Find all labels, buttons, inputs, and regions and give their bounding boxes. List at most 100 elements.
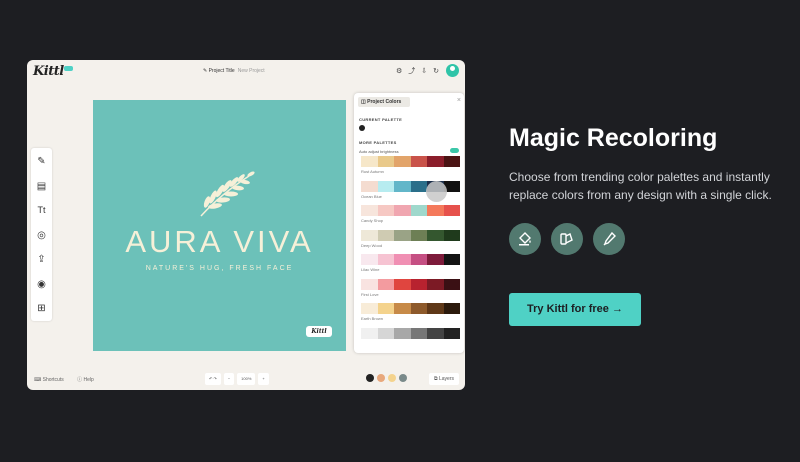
zoom-controls: ↶ ↷ − 100% + [205,373,269,385]
palette-name: Rust Autumn [361,169,384,174]
kittl-logo[interactable]: Kittl [33,64,64,79]
auto-adjust-label: Auto adjust brightness [359,149,399,154]
color-swatch [361,156,378,167]
current-color-swatch[interactable] [359,125,365,131]
palette-name: Lilac Wine [361,267,380,272]
color-swatch [394,254,411,265]
color-swatch [443,303,460,314]
user-avatar[interactable] [446,64,459,77]
color-swatch [361,327,378,339]
project-title-text: Project Title [208,68,235,74]
color-swatch [377,327,394,339]
color-swatch [377,303,394,314]
current-palette-label: CURRENT PALETTE [359,117,403,122]
share-icon[interactable]: ⤴ [408,68,415,75]
color-swatch [394,278,411,290]
pointer-cursor [426,181,447,202]
top-icons: ⚙ ⤴ ⇩ ↻ [396,68,439,75]
color-chip[interactable] [366,374,374,382]
layers-label: Layers [438,376,454,382]
left-toolbar: ✎ ▤ Tt ◎ ⇪ ◉ ⊞ [31,148,52,321]
project-title[interactable]: ✎ Project Title New Project [203,68,265,74]
palette-name: Deep Wood [361,242,383,248]
palette-name: First Love [361,291,379,297]
palette-swatches [361,327,460,339]
undo-redo-button[interactable]: ↶ ↷ [205,373,221,385]
palette-item[interactable] [361,327,460,354]
color-swatch [427,278,444,290]
color-swatch [410,278,427,290]
color-swatch [394,229,411,241]
color-swatch [427,327,444,339]
color-swatch [410,205,427,216]
color-swatch [443,254,460,265]
color-swatch [410,327,427,339]
color-chip[interactable] [399,374,407,382]
color-swatch [361,303,378,314]
more-palettes-label: MORE PALETTES [359,140,397,145]
shortcuts-label: Shortcuts [42,377,64,383]
eyedropper-icon [593,223,625,255]
kittl-watermark: Kittl [306,326,332,337]
panel-tab-project-colors[interactable]: ◫ Project Colors [358,97,410,107]
zoom-in-button[interactable]: + [258,373,269,385]
camera-icon[interactable]: ◉ [36,279,47,290]
color-swatch [427,303,444,314]
settings-icon[interactable]: ⚙ [396,68,402,75]
upload-icon[interactable]: ⇪ [36,254,47,265]
bottom-bar: ⌨ Shortcuts ⓘ Help ↶ ↷ − 100% + ⧉ Layers [27,369,465,390]
refresh-icon[interactable]: ↻ [433,68,439,75]
zoom-out-button[interactable]: − [223,373,235,385]
color-swatch [377,278,394,290]
palette-name: Earth Brown [361,316,384,321]
app-window: Kittl ✎ Project Title New Project ⚙ ⤴ ⇩ ↻… [27,60,465,390]
bottom-left-links: ⌨ Shortcuts ⓘ Help [34,376,106,383]
color-swatch [377,229,394,241]
design-canvas[interactable]: AURA VIVA NATURE'S HUG, FRESH FACE Kittl [93,100,346,351]
layout-icon[interactable]: ▤ [36,181,47,192]
text-icon[interactable]: Tt [36,205,47,216]
layers-button[interactable]: ⧉ Layers [429,373,459,385]
color-swatch [361,229,378,241]
help-link[interactable]: ⓘ Help [77,377,100,383]
color-chips [366,374,407,382]
brand-tagline[interactable]: NATURE'S HUG, FRESH FACE [93,265,346,272]
color-swatch [361,278,378,290]
color-swatch [410,254,427,265]
color-chip[interactable] [377,374,385,382]
color-swatch [377,180,394,192]
palette-swatches [361,205,460,216]
shortcuts-link[interactable]: ⌨ Shortcuts [34,377,70,383]
help-label: Help [83,377,94,383]
project-subtitle: New Project [237,68,265,74]
color-swatch [361,180,378,192]
shapes-icon[interactable]: ◎ [36,230,47,241]
grid-icon[interactable]: ⊞ [36,303,47,314]
color-swatch [410,156,427,167]
palette-swatches [361,156,460,167]
paint-bucket-icon [509,223,541,255]
logo-badge [64,66,73,71]
color-chip[interactable] [388,374,396,382]
palette-icon [551,223,583,255]
palette-swatches [361,278,460,290]
edit-icon[interactable]: ✎ [36,156,47,167]
section-description: Choose from trending color palettes and … [509,170,772,202]
color-swatch [410,180,427,192]
brand-name[interactable]: AURA VIVA [93,224,346,260]
auto-adjust-toggle[interactable] [450,148,459,153]
color-swatch [443,278,460,290]
palette-swatches [361,229,460,241]
try-kittl-button[interactable]: Try Kittl for free → [509,293,641,326]
color-swatch [361,254,378,265]
color-swatch [443,205,460,216]
color-swatch [427,229,444,241]
panel-title: Project Colors [367,99,402,105]
zoom-level[interactable]: 100% [237,373,256,385]
color-swatch [443,229,460,241]
color-swatch [427,156,444,167]
color-swatch [427,205,444,216]
close-icon[interactable]: × [457,97,461,104]
download-icon[interactable]: ⇩ [421,68,427,75]
color-swatch [427,254,444,265]
